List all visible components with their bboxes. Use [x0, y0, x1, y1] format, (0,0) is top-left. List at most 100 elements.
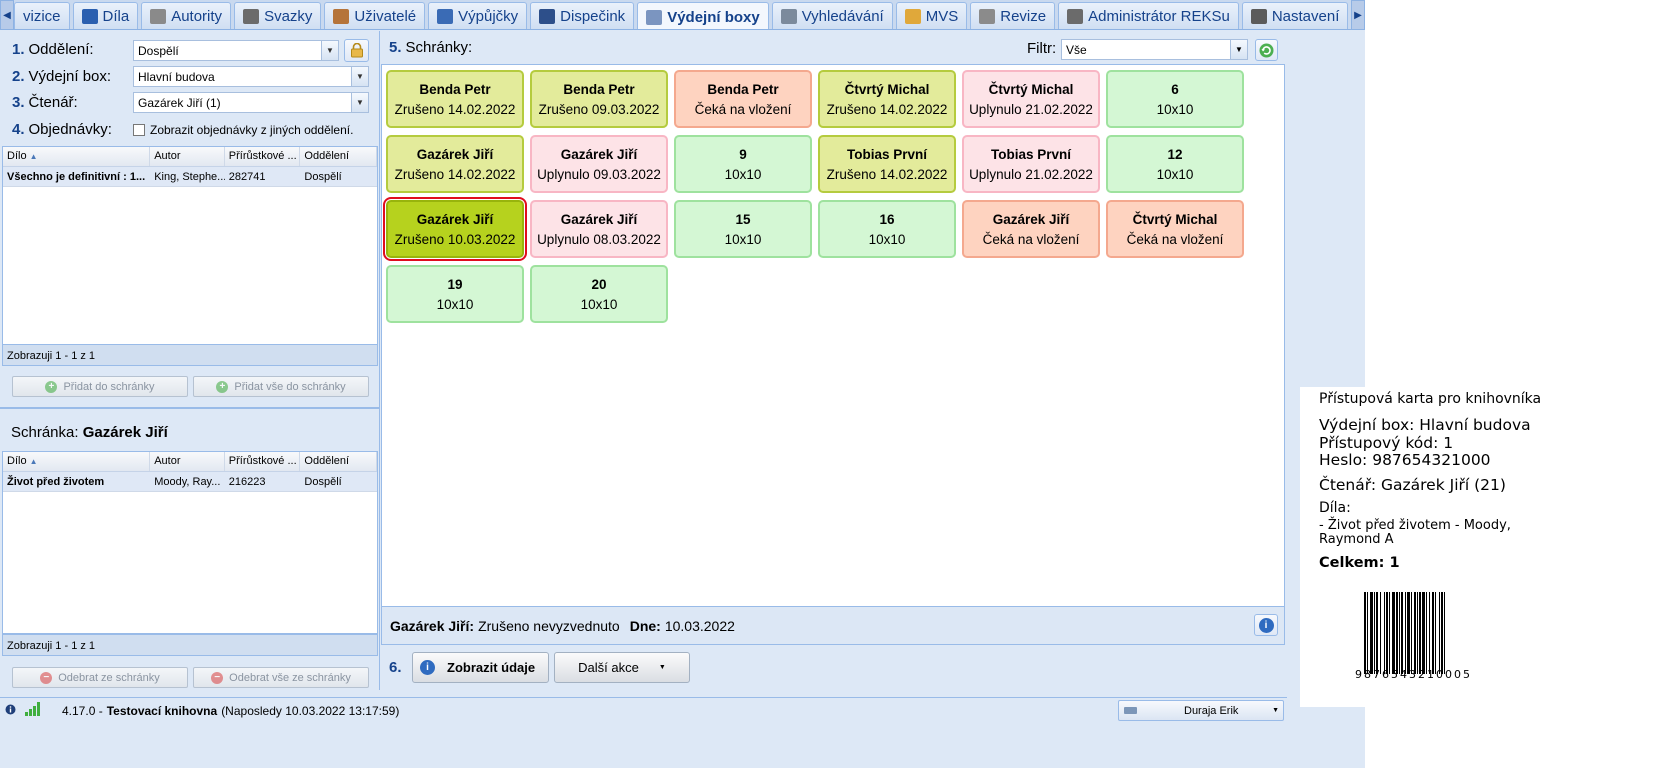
tab-5[interactable]: Uživatelé — [324, 2, 426, 29]
show-details-button[interactable]: i Zobrazit údaje — [412, 652, 549, 683]
box-status: 10x10 — [724, 231, 762, 247]
box-title: 12 — [1167, 146, 1183, 162]
box-title: Gazárek Jiří — [560, 211, 638, 227]
table-row[interactable]: Život před životem Moody, Ray... 216223 … — [3, 472, 377, 492]
card-reader: Čtenář: Gazárek Jiří (21) — [1319, 476, 1506, 494]
tab-7[interactable]: Dispečink — [530, 2, 635, 29]
box-title: Benda Petr — [563, 81, 635, 97]
oddeleni-value: Dospělí — [138, 44, 179, 58]
add-all-to-box-button[interactable]: + Přidat vše do schránky — [193, 376, 369, 397]
oddeleni-select[interactable]: Dospělí ▼ — [133, 40, 339, 61]
info-icon: i — [420, 660, 435, 675]
pickup-box-tile[interactable]: Gazárek Jiří Uplynulo 08.03.2022 — [530, 200, 668, 258]
cell-oddeleni: Dospělí — [304, 171, 342, 183]
step-number: 6. — [389, 659, 402, 676]
box-status: 10x10 — [1156, 101, 1194, 117]
box-title: Benda Petr — [707, 81, 779, 97]
box-grid-header: Dílo ▲ Autor Přírůstkové ... Oddělení — [3, 452, 377, 472]
box-title: Gazárek Jiří — [992, 211, 1070, 227]
pickup-box-tile[interactable]: Čtvrtý Michal Uplynulo 21.02.2022 — [962, 70, 1100, 128]
column-header-dilo[interactable]: Dílo ▲ — [3, 452, 151, 471]
remove-from-box-button[interactable]: − Odebrat ze schránky — [12, 667, 188, 688]
tab-13[interactable]: Nastavení — [1241, 2, 1349, 29]
box-contents-grid: Dílo ▲ Autor Přírůstkové ... Oddělení Ži… — [2, 451, 378, 634]
pickup-box-tile[interactable]: Tobias První Zrušeno 14.02.2022 — [818, 135, 956, 193]
pickup-box-tile[interactable]: Gazárek Jiří Zrušeno 14.02.2022 — [386, 135, 524, 193]
schranka-label: Schránka: — [11, 424, 79, 441]
pickup-box-tile[interactable]: 15 10x10 — [674, 200, 812, 258]
ctenar-select[interactable]: Gazárek Jiří (1) ▼ — [133, 92, 369, 113]
app-version: 4.17.0 - — [62, 703, 103, 718]
chevron-down-icon[interactable]: ▼ — [351, 67, 368, 86]
barcode-number: 9876543210005 — [1355, 668, 1472, 681]
checkbox-box[interactable] — [133, 124, 145, 136]
remove-all-from-box-button[interactable]: − Odebrat vše ze schránky — [193, 667, 369, 688]
pickup-box-tile[interactable]: Gazárek Jiří Zrušeno 10.03.2022 — [383, 197, 527, 261]
pickup-box-tile[interactable]: Benda Petr Zrušeno 14.02.2022 — [386, 70, 524, 128]
pickup-box-tile[interactable]: Čtvrtý Michal Zrušeno 14.02.2022 — [818, 70, 956, 128]
chevron-down-icon[interactable]: ▼ — [321, 41, 338, 60]
column-header-oddeleni[interactable]: Oddělení — [300, 452, 377, 471]
pickup-box-tile[interactable]: Benda Petr Čeká na vložení — [674, 70, 812, 128]
library-name: Testovací knihovna — [106, 703, 218, 718]
box-select[interactable]: Hlavní budova ▼ — [133, 66, 369, 87]
chevron-down-icon: ▼ — [658, 664, 666, 671]
card-title: Přístupová karta pro knihovníka — [1319, 391, 1542, 407]
filter-select[interactable]: Vše ▼ — [1061, 39, 1248, 60]
tab-1[interactable]: vizice — [14, 2, 70, 29]
pickup-box-tile[interactable]: Čtvrtý Michal Čeká na vložení — [1106, 200, 1244, 258]
pickup-box-tile[interactable]: 16 10x10 — [818, 200, 956, 258]
pickup-box-tile[interactable]: 9 10x10 — [674, 135, 812, 193]
tab-3[interactable]: Autority — [141, 2, 232, 29]
tab-scroll-left-button[interactable]: ◀ — [0, 0, 14, 29]
tab-4[interactable]: Svazky — [234, 2, 322, 29]
column-header-prirustkove[interactable]: Přírůstkové ... — [225, 147, 301, 166]
tab-10[interactable]: MVS — [895, 2, 968, 29]
more-actions-button[interactable]: Další akce ▼ — [554, 652, 690, 683]
chevron-down-icon: ▼ — [1272, 707, 1279, 714]
cell-autor: King, Stephe... — [154, 171, 225, 183]
tab-2[interactable]: Díla — [72, 2, 139, 29]
chevron-down-icon[interactable]: ▼ — [351, 93, 368, 112]
tab-11[interactable]: Revize — [970, 2, 1056, 29]
column-header-prirustkove[interactable]: Přírůstkové ... — [225, 452, 301, 471]
tab-12[interactable]: Administrátor REKSu — [1058, 2, 1239, 29]
info-button[interactable]: i — [1254, 614, 1278, 636]
pickup-box-tile[interactable]: Gazárek Jiří Uplynulo 09.03.2022 — [530, 135, 668, 193]
other-departments-checkbox[interactable]: Zobrazit objednávky z jiných oddělení. — [133, 123, 353, 137]
remove-icon: − — [211, 671, 224, 684]
column-header-oddeleni[interactable]: Oddělení — [300, 147, 377, 166]
box-status: Zrušeno 14.02.2022 — [826, 166, 948, 182]
boxes-panel: 5. Schránky: Filtr: Vše ▼ Benda Petr Zruš… — [381, 31, 1285, 690]
pickup-box-tile[interactable]: 19 10x10 — [386, 265, 524, 323]
pickup-box-tile[interactable]: 12 10x10 — [1106, 135, 1244, 193]
status-text: Zrušeno nevyzvednuto — [478, 617, 620, 634]
pickup-box-tile[interactable]: 20 10x10 — [530, 265, 668, 323]
refresh-button[interactable] — [1255, 39, 1278, 61]
add-to-box-button[interactable]: + Přidat do schránky — [12, 376, 188, 397]
cell-oddeleni: Dospělí — [304, 476, 342, 488]
tab-6[interactable]: Výpůjčky — [428, 2, 528, 29]
divider — [0, 407, 380, 409]
cell-prirustkove: 216223 — [228, 476, 266, 488]
column-header-autor[interactable]: Autor — [150, 147, 225, 166]
orders-grid-header: Dílo ▲ Autor Přírůstkové ... Oddělení — [3, 147, 377, 167]
pickup-box-tile[interactable]: Tobias První Uplynulo 21.02.2022 — [962, 135, 1100, 193]
tab-scroll-right-button[interactable]: ▶ — [1351, 0, 1365, 29]
user-menu-button[interactable]: Duraja Erik ▼ — [1118, 700, 1284, 721]
pickup-box-icon — [646, 9, 663, 25]
pickup-box-tile[interactable]: 6 10x10 — [1106, 70, 1244, 128]
tab-9[interactable]: Vyhledávání — [771, 2, 893, 29]
pickup-box-tile[interactable]: Gazárek Jiří Čeká na vložení — [962, 200, 1100, 258]
pickup-box-tile[interactable]: Benda Petr Zrušeno 09.03.2022 — [530, 70, 668, 128]
remove-icon: − — [40, 671, 53, 684]
chevron-down-icon[interactable]: ▼ — [1230, 40, 1247, 59]
lock-icon — [350, 43, 363, 58]
tab-8[interactable]: Výdejní boxy — [637, 2, 769, 29]
column-header-autor[interactable]: Autor — [150, 452, 225, 471]
authority-card-icon — [150, 9, 167, 24]
column-header-dilo[interactable]: Dílo ▲ — [3, 147, 151, 166]
table-row[interactable]: Všechno je definitivní : 1... King, Step… — [3, 167, 377, 187]
lock-button[interactable] — [344, 39, 369, 62]
tab-label: MVS — [925, 8, 959, 25]
